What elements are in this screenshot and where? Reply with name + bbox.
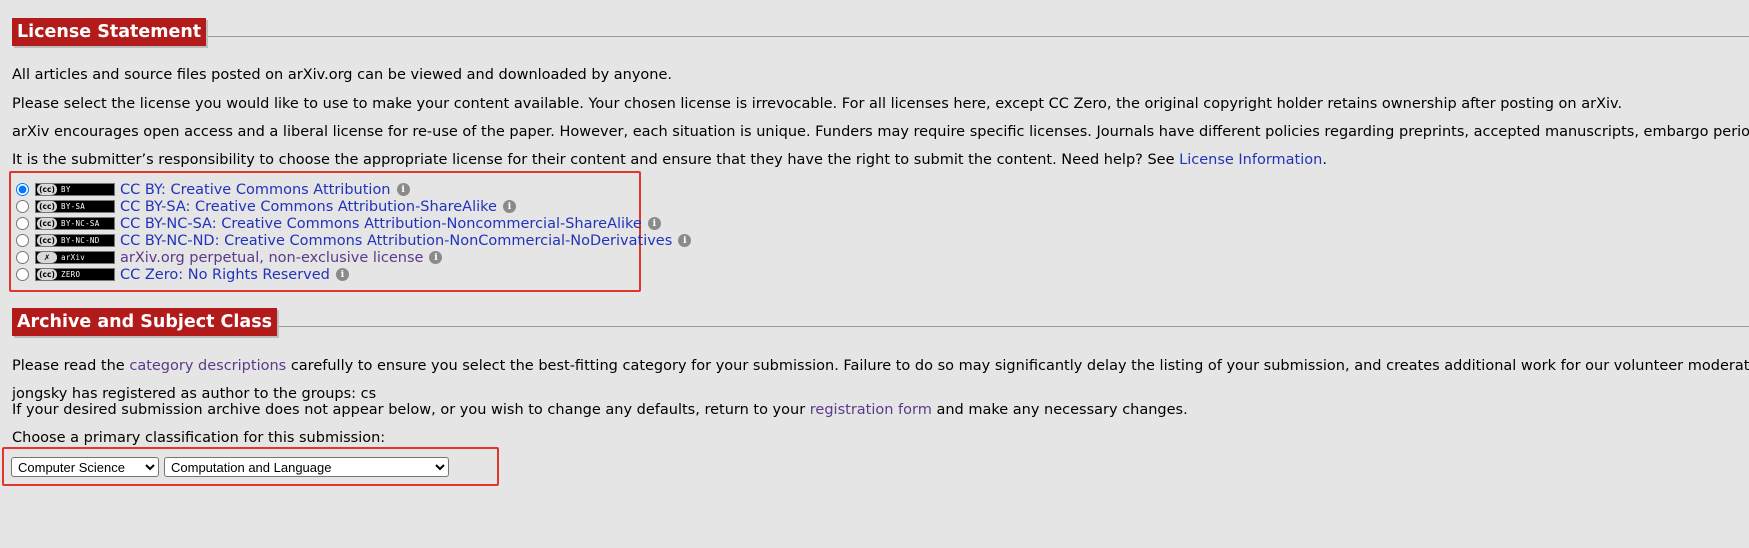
license-radio[interactable] [16,268,29,281]
info-icon[interactable]: i [429,251,443,264]
license-badge-icon: (cc) BY-NC-ND [35,234,115,247]
license-radio[interactable] [16,234,29,247]
license-statement-title: License Statement [12,18,207,46]
license-badge-text: BY [61,185,71,194]
cc-logo-icon: (cc) [37,269,57,280]
info-icon[interactable]: i [335,268,349,281]
archive-select[interactable]: Computer Science [11,457,159,477]
license-badge-text: arXiv [61,253,86,262]
license-link[interactable]: CC BY-SA: Creative Commons Attribution-S… [120,199,497,215]
license-link[interactable]: arXiv.org perpetual, non-exclusive licen… [120,250,423,266]
license-badge-text: BY-NC-ND [61,236,100,245]
archive-change-suffix: and make any necessary changes. [931,402,1188,418]
header-rule [12,36,1749,37]
registered-groups-text: jongsky has registered as author to the … [12,386,377,402]
license-option-row[interactable]: (cc) ZERO CC Zero: No Rights Reserved i [16,265,349,284]
cc-logo-icon: (cc) [37,201,57,212]
license-section-header: License Statement [12,18,1749,46]
archive-section-header: Archive and Subject Class [12,308,1749,336]
license-paragraph-3: arXiv encourages open access and a liber… [12,124,1749,140]
archive-paragraph-2: If your desired submission archive does … [12,402,1188,418]
license-link[interactable]: CC BY: Creative Commons Attribution [120,182,391,198]
license-paragraph-2: Please select the license you would like… [12,96,1623,112]
category-descriptions-link[interactable]: category descriptions [129,358,286,374]
subject-class-select[interactable]: Computation and Language [164,457,449,477]
license-link[interactable]: CC Zero: No Rights Reserved [120,267,330,283]
license-badge-icon: (cc) BY [35,183,115,196]
license-badge-text: BY-NC-SA [61,219,100,228]
archive-intro-text: Please read the [12,358,130,374]
license-information-link[interactable]: License Information [1179,152,1322,168]
license-badge-text: BY-SA [61,202,86,211]
archive-change-text: If your desired submission archive does … [12,402,810,418]
license-help-text: It is the submitter’s responsibility to … [12,152,1180,168]
license-paragraph-4: It is the submitter’s responsibility to … [12,152,1327,168]
license-badge-icon: (cc) BY-SA [35,200,115,213]
license-badge-icon: ✗ arXiv [35,251,115,264]
registration-form-link[interactable]: registration form [810,402,932,418]
license-help-suffix: . [1322,152,1327,168]
license-badge-text: ZERO [61,270,81,279]
license-badge-icon: (cc) BY-NC-SA [35,217,115,230]
license-radio[interactable] [16,183,29,196]
choose-classification-label: Choose a primary classification for this… [12,430,386,446]
archive-intro-suffix: carefully to ensure you select the best-… [286,358,1749,374]
license-badge-icon: (cc) ZERO [35,268,115,281]
license-paragraph-1: All articles and source files posted on … [12,67,673,83]
license-radio[interactable] [16,217,29,230]
info-icon[interactable]: i [396,183,410,196]
archive-paragraph-1: Please read the category descriptions ca… [12,358,1749,374]
cc-logo-icon: (cc) [37,235,57,246]
info-icon[interactable]: i [647,217,661,230]
info-icon[interactable]: i [678,234,692,247]
license-radio[interactable] [16,251,29,264]
arxiv-logo-icon: ✗ [37,252,57,263]
cc-logo-icon: (cc) [37,218,57,229]
info-icon[interactable]: i [502,200,516,213]
archive-subject-title: Archive and Subject Class [12,308,278,336]
cc-logo-icon: (cc) [37,184,57,195]
license-link[interactable]: CC BY-NC-ND: Creative Commons Attributio… [120,233,672,249]
license-link[interactable]: CC BY-NC-SA: Creative Commons Attributio… [120,216,642,232]
license-radio[interactable] [16,200,29,213]
